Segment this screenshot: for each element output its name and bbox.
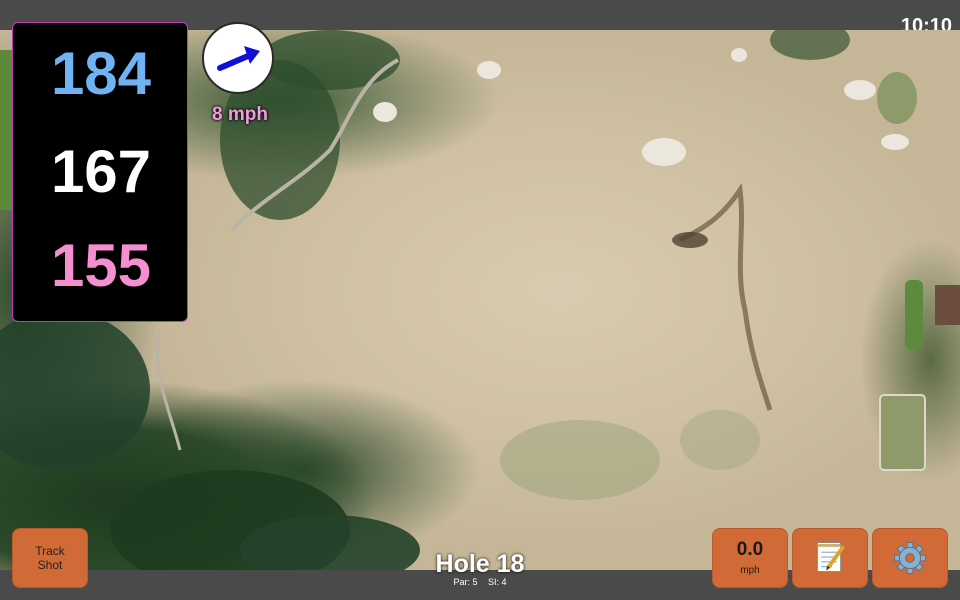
track-shot-button[interactable]: Track Shot — [12, 528, 88, 588]
notes-button[interactable] — [792, 528, 868, 588]
gear-icon — [894, 542, 926, 574]
settings-button[interactable] — [872, 528, 948, 588]
wind-direction-dial — [202, 22, 274, 94]
speed-value: 0.0 — [736, 539, 764, 560]
hole-title: Hole 18 — [435, 550, 525, 578]
speed-button[interactable]: 0.0 mph — [712, 528, 788, 588]
hole-par: Par: 5 — [453, 577, 478, 587]
back-yardage: 184 — [50, 40, 152, 107]
wind-speed-label: 8 mph — [212, 104, 268, 125]
hole-stroke-index: SI: 4 — [488, 577, 507, 587]
wind-direction-arrow-icon — [217, 46, 260, 71]
notepad-icon — [816, 542, 846, 573]
middle-yardage: 167 — [50, 138, 152, 205]
yardage-panel: 184 167 155 — [12, 22, 188, 322]
hole-info: Par: 5 SI: 4 — [380, 577, 580, 587]
speed-unit: mph — [740, 565, 760, 576]
front-yardage: 155 — [50, 232, 152, 299]
